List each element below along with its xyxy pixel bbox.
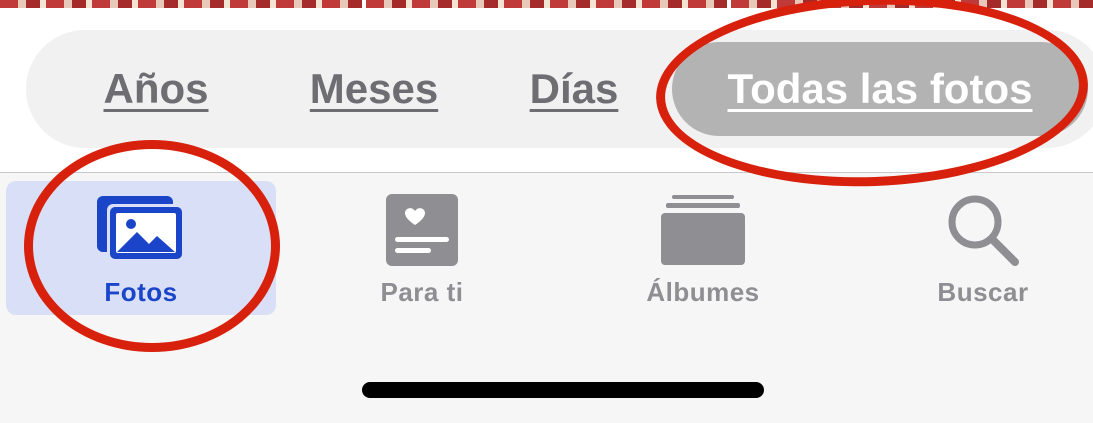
photo-thumbnail[interactable] [365, 0, 728, 8]
photo-strip [0, 0, 1093, 8]
photo-thumbnail[interactable] [0, 0, 362, 8]
segment-all-photos[interactable]: Todas las fotos [672, 42, 1088, 136]
home-indicator[interactable] [362, 382, 764, 398]
tab-photos-label: Fotos [104, 277, 178, 307]
photo-thumbnail[interactable] [731, 0, 1093, 8]
tab-photos[interactable]: Fotos [6, 181, 276, 315]
photos-icon [91, 191, 191, 269]
segment-months[interactable]: Meses [284, 30, 464, 148]
tab-for-you[interactable]: Para ti [290, 181, 554, 315]
view-segmented-control: Años Meses Días Todas las fotos [26, 30, 1093, 148]
tab-albums[interactable]: Álbumes [570, 181, 836, 315]
tab-albums-label: Álbumes [646, 277, 760, 307]
segment-days[interactable]: Días [514, 30, 634, 148]
tab-for-you-label: Para ti [380, 277, 464, 307]
search-icon [933, 191, 1033, 269]
segment-years[interactable]: Años [66, 30, 246, 148]
tab-search[interactable]: Buscar [850, 181, 1093, 315]
albums-icon [653, 191, 753, 269]
tab-bar: Fotos Para ti Álbumes Buscar [0, 172, 1093, 423]
tab-search-label: Buscar [937, 277, 1029, 307]
for-you-icon [372, 191, 472, 269]
